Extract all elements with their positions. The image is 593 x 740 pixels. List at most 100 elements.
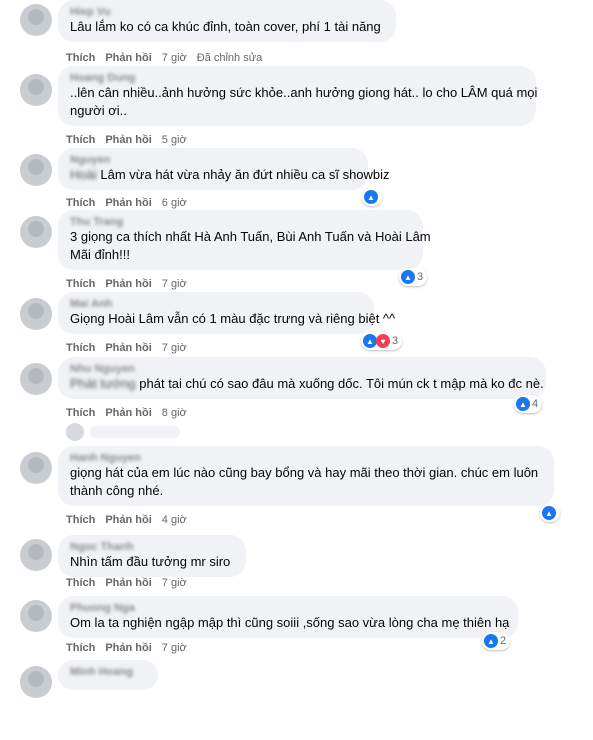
like-button[interactable]: Thích (66, 407, 95, 419)
like-button[interactable]: Thích (66, 514, 95, 526)
comment-bubble: Ngoc Thanh Nhìn tấm đầu tưởng mr siro (58, 535, 246, 577)
avatar[interactable] (20, 600, 52, 632)
comment-timestamp[interactable]: 7 giờ (162, 642, 187, 654)
comment-actions: Thích Phản hồi 7 giờ (66, 342, 197, 354)
comment-actions: Thích Phản hồi 7 giờ (66, 278, 197, 290)
reaction-summary[interactable]: ▲ 3 (399, 268, 428, 286)
comment-text-content: Mãi đỉnh!!! (70, 247, 130, 262)
reply-button[interactable]: Phản hồi (105, 514, 151, 526)
comment-text-content: người ơi.. (70, 103, 127, 118)
comment-text: Nhìn tấm đầu tưởng mr siro (70, 553, 234, 571)
comment-text: Om la ta nghiện ngập mập thì cũng soiii … (70, 614, 510, 632)
comment-timestamp[interactable]: 5 giờ (162, 134, 187, 146)
comment-text-line: người ơi.. (70, 102, 524, 120)
comment-timestamp[interactable]: 7 giờ (162, 52, 187, 64)
reply-button[interactable]: Phản hồi (105, 278, 151, 290)
comment-actions: Thích Phản hồi 7 giờ (66, 577, 197, 589)
reaction-summary[interactable]: ▲ (362, 188, 382, 206)
reply-button[interactable]: Phản hồi (105, 342, 151, 354)
reaction-summary[interactable]: ▲ 4 (514, 395, 543, 413)
comment-text-content: giọng hát của em lúc nào cũng bay bổng v… (70, 465, 539, 480)
avatar[interactable] (20, 74, 52, 106)
avatar[interactable] (20, 666, 52, 698)
comment-author[interactable]: Hoang Dung (70, 72, 524, 84)
comment-timestamp[interactable]: 7 giờ (162, 577, 187, 589)
comment-bubble: Nhu Nguyen Phát tướng phát tai chú có sao… (58, 357, 546, 399)
like-button[interactable]: Thích (66, 642, 95, 654)
comment-bubble: Thu Trang 3 giọng ca thích nhất Hà Anh Tu… (58, 210, 431, 270)
comment-text-content: 3 giọng ca thích nhất Hà Anh Tuấn, Bùi A… (70, 229, 431, 244)
comment-text-prefix: Hoài (70, 167, 97, 182)
comment-text: Phát tướng phát tai chú có sao đâu mà xu… (70, 375, 544, 393)
reaction-summary[interactable]: ▲ 2 (482, 632, 511, 650)
avatar[interactable] (20, 298, 52, 330)
comment-author[interactable]: Mai Anh (70, 298, 362, 310)
comment-actions: Thích Phản hồi 4 giờ (66, 514, 197, 526)
comment-item: Phuong Nga Om la ta nghiện ngập mập thì c… (0, 596, 593, 662)
comment-text-content: thành công nhé. (70, 483, 164, 498)
reply-button[interactable]: Phản hồi (105, 642, 151, 654)
comment-text-prefix: Phát tướng (70, 376, 136, 391)
like-reaction-icon: ▲ (516, 397, 530, 411)
like-button[interactable]: Thích (66, 342, 95, 354)
reply-button[interactable]: Phản hồi (105, 197, 151, 209)
comment-item: Hiep Vu Lâu lắm ko có ca khúc đỉnh, toàn … (0, 0, 593, 72)
heart-reaction-icon: ♥ (376, 334, 390, 348)
comment-actions: Thích Phản hồi 7 giờ Đã chỉnh sửa (66, 52, 272, 64)
reply-button[interactable]: Phản hồi (105, 407, 151, 419)
reply-button[interactable]: Phản hồi (105, 134, 151, 146)
avatar[interactable] (20, 216, 52, 248)
comment-author[interactable]: Hanh Nguyen (70, 452, 542, 464)
comment-text-line: Lâu lắm ko có ca khúc đỉnh, toàn cover, … (70, 18, 384, 36)
avatar[interactable] (20, 539, 52, 571)
comment-timestamp[interactable]: 7 giờ (162, 278, 187, 290)
comment-timestamp[interactable]: 4 giờ (162, 514, 187, 526)
comment-timestamp[interactable]: 6 giờ (162, 197, 187, 209)
avatar[interactable] (20, 4, 52, 36)
like-button[interactable]: Thích (66, 134, 95, 146)
comment-text-content: Giọng Hoài Lâm vẫn có 1 màu đặc trưng và… (70, 311, 396, 326)
comment-text: Giọng Hoài Lâm vẫn có 1 màu đặc trưng và… (70, 310, 395, 328)
like-button[interactable]: Thích (66, 577, 95, 589)
comment-actions: Thích Phản hồi 5 giờ (66, 134, 197, 146)
reaction-summary[interactable]: ▲ ♥ 3 (361, 332, 403, 350)
comment-text-line: ..lên cân nhiều..ảnh hưởng sức khỏe..anh… (70, 84, 537, 102)
comment-author[interactable]: Minh Hoang (70, 666, 146, 678)
like-button[interactable]: Thích (66, 278, 95, 290)
comment-item: Nhu Nguyen Phát tướng phát tai chú có sao… (0, 357, 593, 441)
reaction-count: 4 (532, 398, 539, 410)
like-button[interactable]: Thích (66, 52, 95, 64)
reply-avatar (66, 423, 84, 441)
avatar[interactable] (20, 452, 52, 484)
edited-label[interactable]: Đã chỉnh sửa (197, 52, 262, 64)
comment-text-content: Om la ta nghiện ngập mập thì cũng soiii … (70, 615, 510, 630)
comment-item: Minh Hoang (0, 660, 593, 740)
comment-author[interactable]: Nguyen (70, 154, 356, 166)
comment-author[interactable]: Thu Trang (70, 216, 411, 228)
comment-text-line: Hoài Lâm vừa hát vừa nhảy ăn đứt nhiều c… (70, 166, 390, 184)
comment-bubble: Phuong Nga Om la ta nghiện ngập mập thì c… (58, 596, 518, 638)
comment-item: Hoang Dung ..lên cân nhiều..ảnh hưởng sức… (0, 66, 593, 154)
reaction-count: 3 (417, 271, 424, 283)
comment-text-line: Nhìn tấm đầu tưởng mr siro (70, 553, 234, 571)
reply-button[interactable]: Phản hồi (105, 577, 151, 589)
comment-author[interactable]: Ngoc Thanh (70, 541, 234, 553)
comment-author[interactable]: Hiep Vu (70, 6, 384, 18)
comment-text-line: Giọng Hoài Lâm vẫn có 1 màu đặc trưng và… (70, 310, 395, 328)
comment-bubble: Mai Anh Giọng Hoài Lâm vẫn có 1 màu đặc t… (58, 292, 395, 334)
avatar[interactable] (20, 154, 52, 186)
reply-button[interactable]: Phản hồi (105, 52, 151, 64)
collapsed-reply[interactable] (66, 423, 186, 441)
comment-text: Hoài Lâm vừa hát vừa nhảy ăn đứt nhiều c… (70, 166, 390, 184)
comment-timestamp[interactable]: 8 giờ (162, 407, 187, 419)
comment-author[interactable]: Nhu Nguyen (70, 363, 534, 375)
like-button[interactable]: Thích (66, 197, 95, 209)
comment-text-line: giọng hát của em lúc nào cũng bay bổng v… (70, 464, 542, 482)
comment-timestamp[interactable]: 7 giờ (162, 342, 187, 354)
comment-text: ..lên cân nhiều..ảnh hưởng sức khỏe..anh… (70, 84, 537, 120)
reaction-summary[interactable]: ▲ (540, 504, 560, 522)
avatar[interactable] (20, 363, 52, 395)
reaction-count: 2 (500, 635, 507, 647)
reply-preview (90, 426, 180, 438)
comment-author[interactable]: Phuong Nga (70, 602, 506, 614)
